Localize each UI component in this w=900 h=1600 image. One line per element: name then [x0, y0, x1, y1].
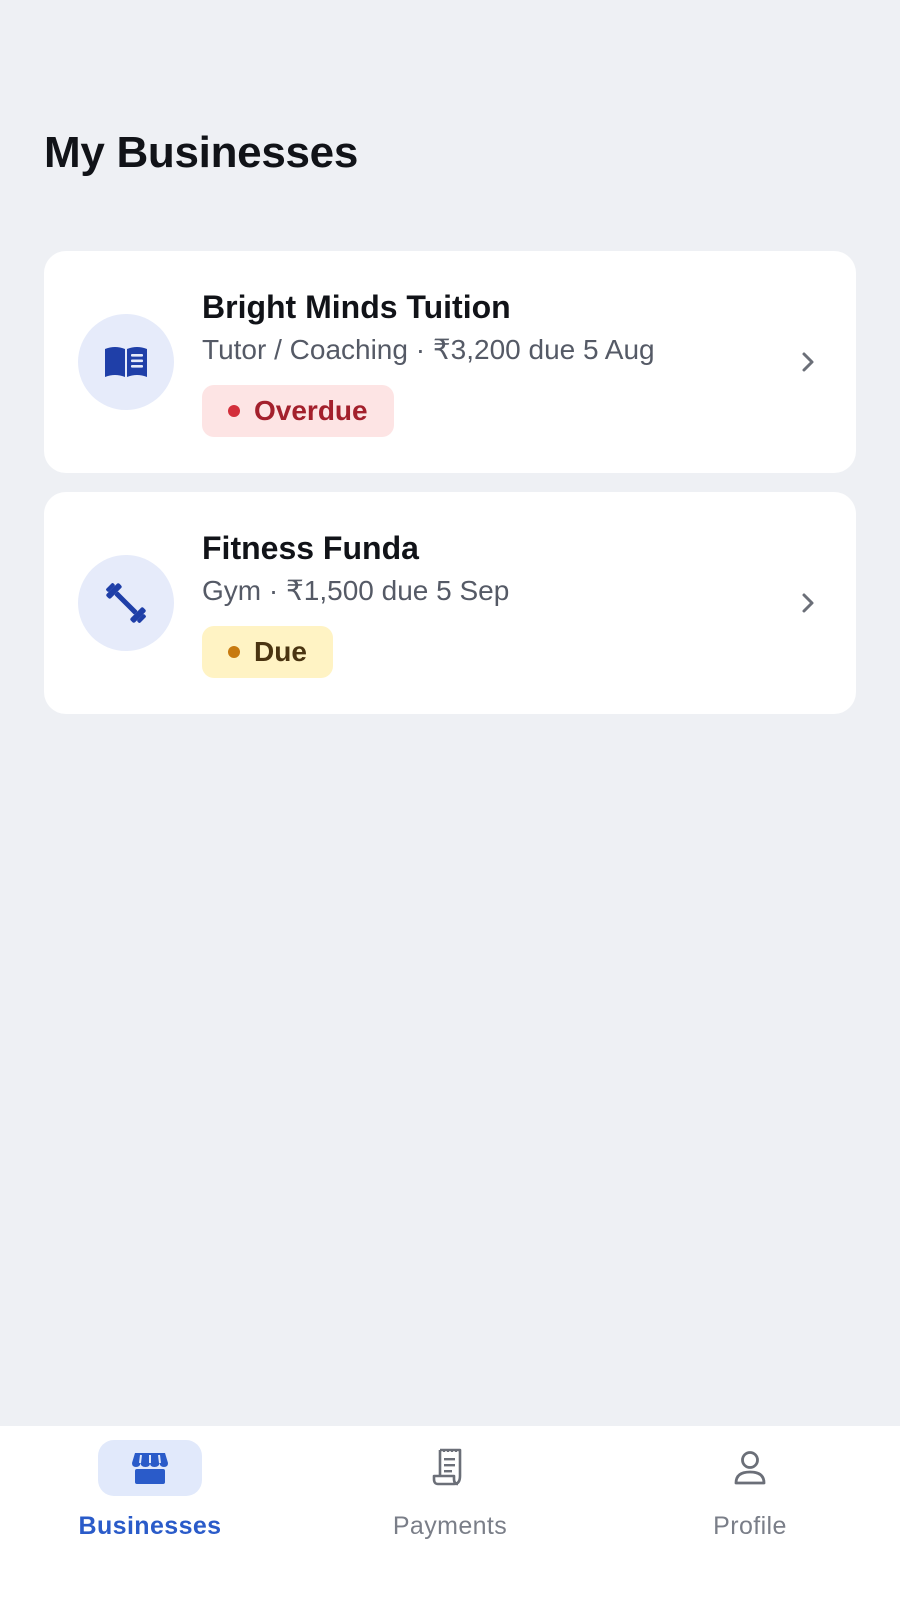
- business-avatar: [78, 314, 174, 410]
- dumbbell-icon: [106, 583, 146, 623]
- storefront-icon: [132, 1453, 168, 1484]
- status-label: Due: [254, 636, 307, 667]
- screen: My Businesses Bright Minds Tuition Tutor…: [0, 0, 900, 1600]
- status-label: Overdue: [254, 395, 368, 426]
- receipt-icon: [432, 1448, 462, 1486]
- status-badge: Due: [202, 626, 333, 678]
- bottom-nav: Businesses Payments Profile: [0, 1426, 900, 1600]
- nav-item-businesses[interactable]: Businesses: [0, 1426, 300, 1600]
- business-name: Fitness Funda: [202, 530, 419, 566]
- business-name: Bright Minds Tuition: [202, 289, 511, 325]
- nav-icon-container: [698, 1440, 802, 1496]
- business-meta: Gym · ₹1,500 due 5 Sep: [202, 575, 510, 606]
- nav-label: Profile: [713, 1512, 787, 1540]
- nav-label: Businesses: [78, 1512, 222, 1540]
- status-dot: [228, 405, 240, 417]
- chevron-right-icon: [802, 352, 814, 372]
- nav-item-payments[interactable]: Payments: [300, 1426, 600, 1600]
- business-info: Bright Minds Tuition Tutor / Coaching · …: [202, 287, 796, 437]
- chevron-right-icon: [802, 593, 814, 613]
- nav-label: Payments: [392, 1512, 508, 1540]
- status-badge: Overdue: [202, 385, 394, 437]
- nav-icon-container: [98, 1440, 202, 1496]
- page-title: My Businesses: [44, 128, 359, 177]
- business-avatar: [78, 555, 174, 651]
- nav-item-profile[interactable]: Profile: [600, 1426, 900, 1600]
- book-icon: [105, 347, 147, 377]
- business-card[interactable]: Fitness Funda Gym · ₹1,500 due 5 Sep Due: [44, 492, 856, 714]
- business-card[interactable]: Bright Minds Tuition Tutor / Coaching · …: [44, 251, 856, 473]
- status-dot: [228, 646, 240, 658]
- nav-icon-container: [398, 1440, 502, 1496]
- business-meta: Tutor / Coaching · ₹3,200 due 5 Aug: [202, 334, 655, 365]
- person-icon: [734, 1451, 766, 1485]
- business-info: Fitness Funda Gym · ₹1,500 due 5 Sep Due: [202, 528, 796, 678]
